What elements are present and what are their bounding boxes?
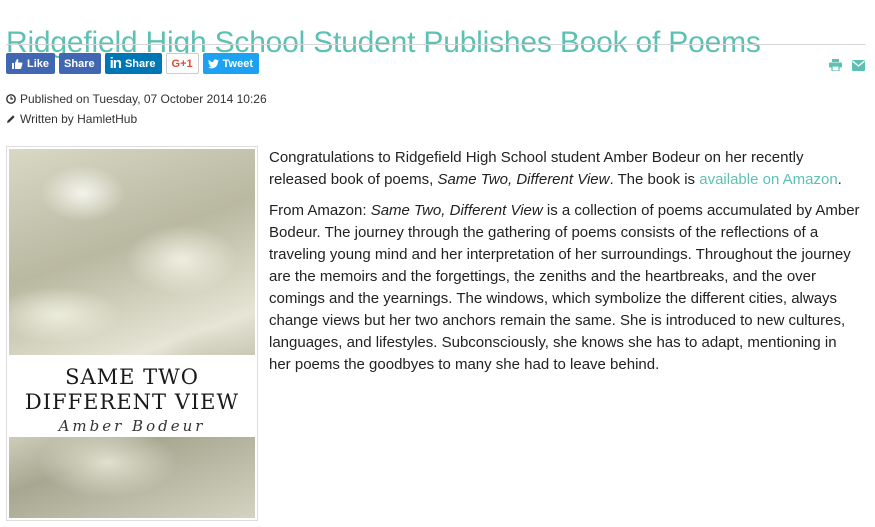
cover-title-line1: SAME TWO bbox=[65, 365, 199, 389]
facebook-like-button[interactable]: Like bbox=[6, 53, 56, 74]
p1-end: . bbox=[837, 171, 842, 188]
tweet-button[interactable]: Tweet bbox=[202, 53, 259, 74]
linkedin-share-button[interactable]: in Share bbox=[104, 53, 162, 74]
published-date: Published on Tuesday, 07 October 2014 10… bbox=[6, 92, 267, 106]
p2-text-2: is a collection of poems accumulated by … bbox=[269, 202, 860, 373]
print-icon[interactable] bbox=[829, 58, 842, 76]
body-paragraph-2: From Amazon: Same Two, Different View is… bbox=[269, 200, 861, 376]
tweet-label: Tweet bbox=[222, 57, 253, 70]
article-body: Congratulations to Ridgefield High Schoo… bbox=[269, 147, 861, 385]
facebook-like-label: Like bbox=[27, 57, 50, 70]
published-text: Published on Tuesday, 07 October 2014 10… bbox=[20, 92, 267, 106]
share-bar: Like Share in Share G+1 Tweet bbox=[6, 53, 259, 75]
cover-title-line2: DIFFERENT VIEW bbox=[24, 390, 240, 414]
thumbs-up-icon bbox=[11, 58, 23, 70]
linkedin-icon: in bbox=[109, 55, 122, 72]
author-line: Written by HamletHub bbox=[6, 112, 137, 126]
google-plus-label: G+1 bbox=[171, 57, 193, 70]
author-text: Written by HamletHub bbox=[20, 112, 138, 126]
pencil-icon bbox=[6, 114, 16, 124]
twitter-icon bbox=[207, 58, 219, 69]
facebook-share-button[interactable]: Share bbox=[59, 53, 101, 74]
title-divider bbox=[6, 44, 866, 45]
amazon-link[interactable]: available on Amazon bbox=[699, 171, 837, 188]
book-cover-image: SAME TWO DIFFERENT VIEW Amber Bodeur bbox=[6, 146, 258, 521]
p2-book-title: Same Two, Different View bbox=[370, 202, 543, 219]
p1-book-title: Same Two, Different View bbox=[437, 171, 610, 188]
facebook-share-label: Share bbox=[64, 57, 95, 70]
google-plus-button[interactable]: G+1 bbox=[165, 53, 199, 74]
cover-author: Amber Bodeur bbox=[58, 417, 206, 435]
p2-text: From Amazon: bbox=[269, 202, 371, 219]
article-actions bbox=[829, 58, 865, 76]
linkedin-share-label: Share bbox=[124, 57, 156, 70]
p1-text-2: . The book is bbox=[609, 171, 700, 188]
clock-icon bbox=[6, 94, 16, 104]
email-icon[interactable] bbox=[852, 58, 865, 76]
body-paragraph-1: Congratulations to Ridgefield High Schoo… bbox=[269, 147, 861, 191]
